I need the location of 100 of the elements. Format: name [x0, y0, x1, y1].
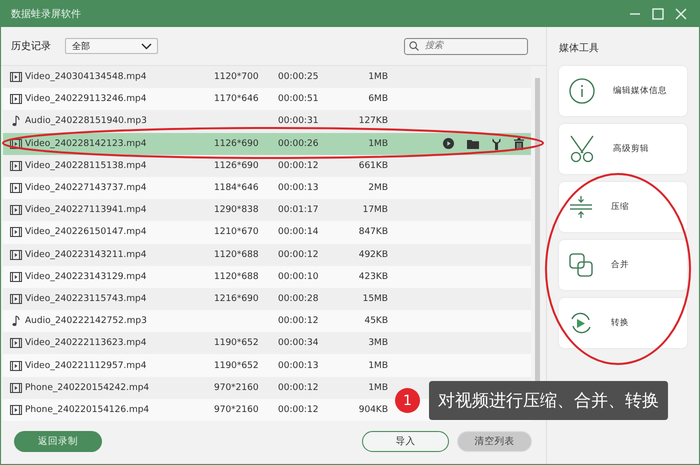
resolution-text: 1190*652 — [214, 360, 259, 371]
info-icon — [569, 78, 595, 104]
size-text: 6MB — [367, 94, 388, 104]
maximize-icon[interactable] — [652, 8, 664, 20]
file-name: Audio_240222142752.mp3 — [25, 316, 148, 326]
duration-text: 00:00:51 — [278, 94, 320, 104]
convert-icon — [569, 311, 593, 335]
file-name: Phone_240220154242.mp4 — [25, 382, 150, 393]
trash-icon[interactable] — [514, 138, 524, 150]
tool-card[interactable]: 压缩 — [559, 182, 687, 232]
resolution-text: 1120*688 — [214, 272, 259, 282]
resolution-text: 1216*690 — [214, 294, 259, 304]
duration-text: 00:00:12 — [278, 316, 320, 326]
duration-text: 00:01:17 — [278, 205, 320, 216]
video-file-icon — [10, 250, 22, 260]
video-file-icon — [10, 227, 22, 238]
compress-icon — [569, 195, 593, 219]
size-text: 1MB — [367, 138, 388, 149]
file-name: Video_240226150147.mp4 — [25, 227, 148, 238]
history-label: 历史记录 — [11, 40, 51, 53]
resolution-text: 1120*700 — [214, 72, 259, 82]
callout-tooltip: 对视频进行压缩、合并、转换 — [429, 381, 668, 420]
file-row[interactable]: Video_240227143737.mp4 1184*646 00:00:13 2MB — [3, 176, 531, 200]
search-icon — [409, 41, 419, 51]
resolution-text: 1184*646 — [214, 183, 259, 194]
size-text: 661KB — [358, 160, 388, 171]
file-name: Video_240228115138.mp4 — [25, 160, 148, 171]
video-file-icon — [10, 72, 22, 82]
duration-text: 00:00:12 — [278, 250, 320, 260]
duration-text: 00:00:31 — [278, 116, 320, 126]
size-text: 423KB — [358, 272, 388, 282]
search-field[interactable]: 搜索 — [404, 38, 528, 54]
music-note-icon — [10, 315, 22, 328]
file-name: Video_240229113246.mp4 — [25, 94, 148, 104]
duration-text: 00:00:13 — [278, 360, 320, 371]
tool-label: 合并 — [611, 259, 629, 271]
file-name: Video_240228142123.mp4 — [25, 138, 148, 149]
file-row[interactable]: Video_240229113246.mp4 1170*646 00:00:51 6MB — [3, 88, 531, 110]
file-name: Video_240304134548.mp4 — [25, 72, 148, 82]
file-row[interactable]: Video_240221112957.mp4 1190*652 00:00:13 1MB — [3, 354, 531, 377]
video-file-icon — [10, 183, 22, 194]
resolution-text: 1170*646 — [214, 94, 259, 104]
video-file-icon — [10, 404, 22, 415]
file-name: Video_240223143211.mp4 — [25, 250, 148, 260]
window-title: 数据蛙录屏软件 — [11, 8, 81, 21]
file-row[interactable]: Video_240226150147.mp4 1210*670 00:00:14 847KB — [3, 221, 531, 244]
filter-dropdown[interactable]: 全部 — [65, 38, 158, 54]
duration-text: 00:00:14 — [278, 227, 320, 238]
video-file-icon — [10, 205, 22, 216]
sidebar-title: 媒体工具 — [559, 42, 600, 55]
overlapping-squares-icon — [569, 253, 593, 277]
tool-card[interactable]: 转换 — [559, 298, 687, 348]
tool-label: 转换 — [611, 317, 629, 329]
duration-text: 00:00:10 — [278, 272, 320, 282]
folder-icon[interactable] — [467, 138, 479, 149]
size-text: 45KB — [363, 316, 388, 326]
chevron-icon — [141, 42, 152, 50]
tool-card[interactable]: 高级剪辑 — [559, 124, 687, 174]
video-file-icon — [10, 94, 22, 104]
size-text: 17MB — [362, 205, 388, 216]
duration-text: 00:00:25 — [278, 72, 320, 82]
back-to-record-button[interactable]: 返回录制 — [14, 430, 102, 452]
resolution-text: 1210*670 — [214, 227, 259, 238]
resolution-text: 1126*690 — [214, 160, 259, 171]
duration-text: 00:00:12 — [278, 404, 320, 415]
file-name: Video_240222113623.mp4 — [25, 338, 148, 348]
file-row[interactable]: Video_240228142123.mp4 1126*690 00:00:26 1MB — [3, 132, 531, 155]
wrench-icon[interactable] — [492, 138, 501, 150]
file-name: Video_240221112957.mp4 — [25, 360, 148, 371]
scissors-icon — [569, 135, 595, 163]
size-text: 847KB — [358, 227, 388, 238]
tool-label: 编辑媒体信息 — [613, 85, 667, 97]
video-file-icon — [10, 382, 22, 393]
tool-card[interactable]: 编辑媒体信息 — [559, 66, 687, 116]
close-icon[interactable] — [675, 8, 687, 20]
file-row[interactable]: Audio_240222142752.mp3 00:00:12 45KB — [3, 310, 531, 332]
resolution-text: 970*2160 — [214, 382, 259, 393]
video-file-icon — [10, 360, 22, 371]
size-text: 15MB — [362, 294, 388, 304]
video-file-icon — [10, 138, 22, 149]
file-name: Video_240223115743.mp4 — [25, 294, 148, 304]
size-text: 127KB — [358, 116, 388, 126]
tool-label: 高级剪辑 — [613, 143, 649, 155]
resolution-text: 1190*652 — [214, 338, 259, 348]
size-text: 1MB — [367, 72, 388, 82]
file-name: Video_240227113941.mp4 — [25, 205, 148, 216]
video-file-icon — [10, 294, 22, 304]
resolution-text: 1290*838 — [214, 205, 259, 216]
file-row[interactable]: Video_240223143129.mp4 1120*688 00:00:10 423KB — [3, 266, 531, 288]
duration-text: 00:00:26 — [278, 138, 320, 149]
size-text: 904KB — [358, 404, 388, 415]
tool-card[interactable]: 合并 — [559, 240, 687, 290]
file-name: Video_240223143129.mp4 — [25, 272, 148, 282]
video-file-icon — [10, 338, 22, 348]
play-icon[interactable] — [443, 138, 454, 150]
music-note-icon — [10, 115, 22, 128]
size-text: 3MB — [367, 338, 388, 348]
resolution-text: 1126*690 — [214, 138, 259, 149]
duration-text: 00:00:34 — [278, 338, 320, 348]
import-button[interactable]: 导入 — [362, 430, 449, 452]
